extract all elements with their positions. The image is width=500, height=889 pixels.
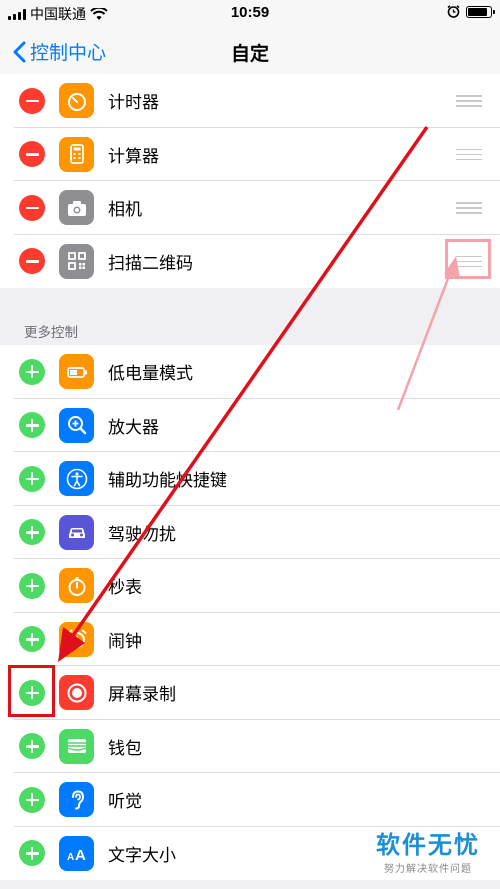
add-button[interactable] (19, 786, 45, 813)
accessibility-icon (59, 461, 94, 497)
camera-icon (59, 190, 94, 226)
watermark-logo: 软件无忧 努力解决软件问题 (376, 825, 480, 875)
svg-text:A: A (67, 852, 74, 863)
reorder-handle-icon[interactable] (456, 148, 482, 160)
control-label: 计时器 (108, 93, 159, 113)
annotation-highlight-add-button (8, 665, 55, 717)
qr-code-icon (59, 243, 94, 279)
control-label: 闹钟 (108, 631, 142, 651)
watermark-subtitle: 努力解决软件问题 (384, 864, 472, 875)
add-button[interactable] (19, 358, 45, 385)
remove-button[interactable] (19, 248, 45, 275)
battery-icon (466, 5, 495, 18)
included-row: 计算器 (0, 128, 500, 182)
control-label: 文字大小 (108, 845, 176, 865)
included-row: 扫描二维码 (0, 235, 500, 289)
screen-record-icon (59, 675, 94, 711)
control-label: 辅助功能快捷键 (108, 471, 227, 491)
navigation-bar: 控制中心 自定 (0, 26, 500, 78)
add-button[interactable] (19, 572, 45, 599)
watermark-title: 软件无忧 (376, 832, 480, 859)
add-button[interactable] (19, 733, 45, 760)
car-icon (59, 514, 94, 550)
control-label: 放大器 (108, 417, 159, 437)
more-control-row: 闹钟 (0, 613, 500, 667)
magnifier-icon (59, 407, 94, 443)
wallet-icon (59, 728, 94, 764)
hearing-icon (59, 782, 94, 818)
remove-button[interactable] (19, 87, 45, 114)
timer-icon (59, 83, 94, 119)
more-control-row: 放大器 (0, 399, 500, 453)
more-control-row: 听觉 (0, 773, 500, 827)
stopwatch-icon (59, 568, 94, 604)
svg-text:A: A (75, 847, 86, 864)
more-control-row: 驾驶勿扰 (0, 506, 500, 560)
more-control-row: 辅助功能快捷键 (0, 452, 500, 506)
more-controls-list: 低电量模式放大器辅助功能快捷键 驾驶勿扰秒表闹钟屏幕录制钱包听觉 A A 文字大小 (0, 345, 500, 880)
status-time: 10:59 (230, 4, 270, 21)
remove-button[interactable] (19, 194, 45, 221)
status-bar: 中国联通 10:59 (0, 0, 500, 26)
add-button[interactable] (19, 626, 45, 653)
add-button[interactable] (19, 840, 45, 867)
low-power-icon (59, 354, 94, 390)
calculator-icon (59, 136, 94, 172)
reorder-handle-icon[interactable] (456, 95, 482, 107)
included-row: 相机 (0, 181, 500, 235)
annotation-highlight-drag-handle (445, 239, 491, 279)
included-row: 计时器 (0, 74, 500, 128)
text-size-icon: AA (59, 835, 94, 871)
control-label: 扫描二维码 (108, 253, 193, 273)
control-label: 屏幕录制 (108, 685, 176, 705)
add-button[interactable] (19, 465, 45, 492)
more-control-row: 低电量模式 (0, 345, 500, 399)
control-label: 驾驶勿扰 (108, 524, 176, 544)
control-label: 相机 (108, 200, 142, 220)
more-control-row: 秒表 (0, 559, 500, 613)
control-label: 听觉 (108, 792, 142, 812)
alarm-icon (59, 621, 94, 657)
control-label: 秒表 (108, 578, 142, 598)
included-controls-list: 计时器计算器相机扫描二维码 (0, 74, 500, 288)
page-title: 自定 (230, 44, 269, 65)
remove-button[interactable] (19, 141, 45, 168)
reorder-handle-icon[interactable] (456, 202, 482, 214)
section-header-more-controls: 更多控制 (24, 325, 78, 340)
control-label: 计算器 (108, 146, 159, 166)
control-label: 钱包 (108, 738, 142, 758)
add-button[interactable] (19, 412, 45, 439)
control-label: 低电量模式 (108, 364, 193, 384)
more-control-row: 屏幕录制 (0, 666, 500, 720)
more-control-row: 钱包 (0, 720, 500, 774)
add-button[interactable] (19, 519, 45, 546)
alarm-clock-icon (447, 5, 460, 18)
